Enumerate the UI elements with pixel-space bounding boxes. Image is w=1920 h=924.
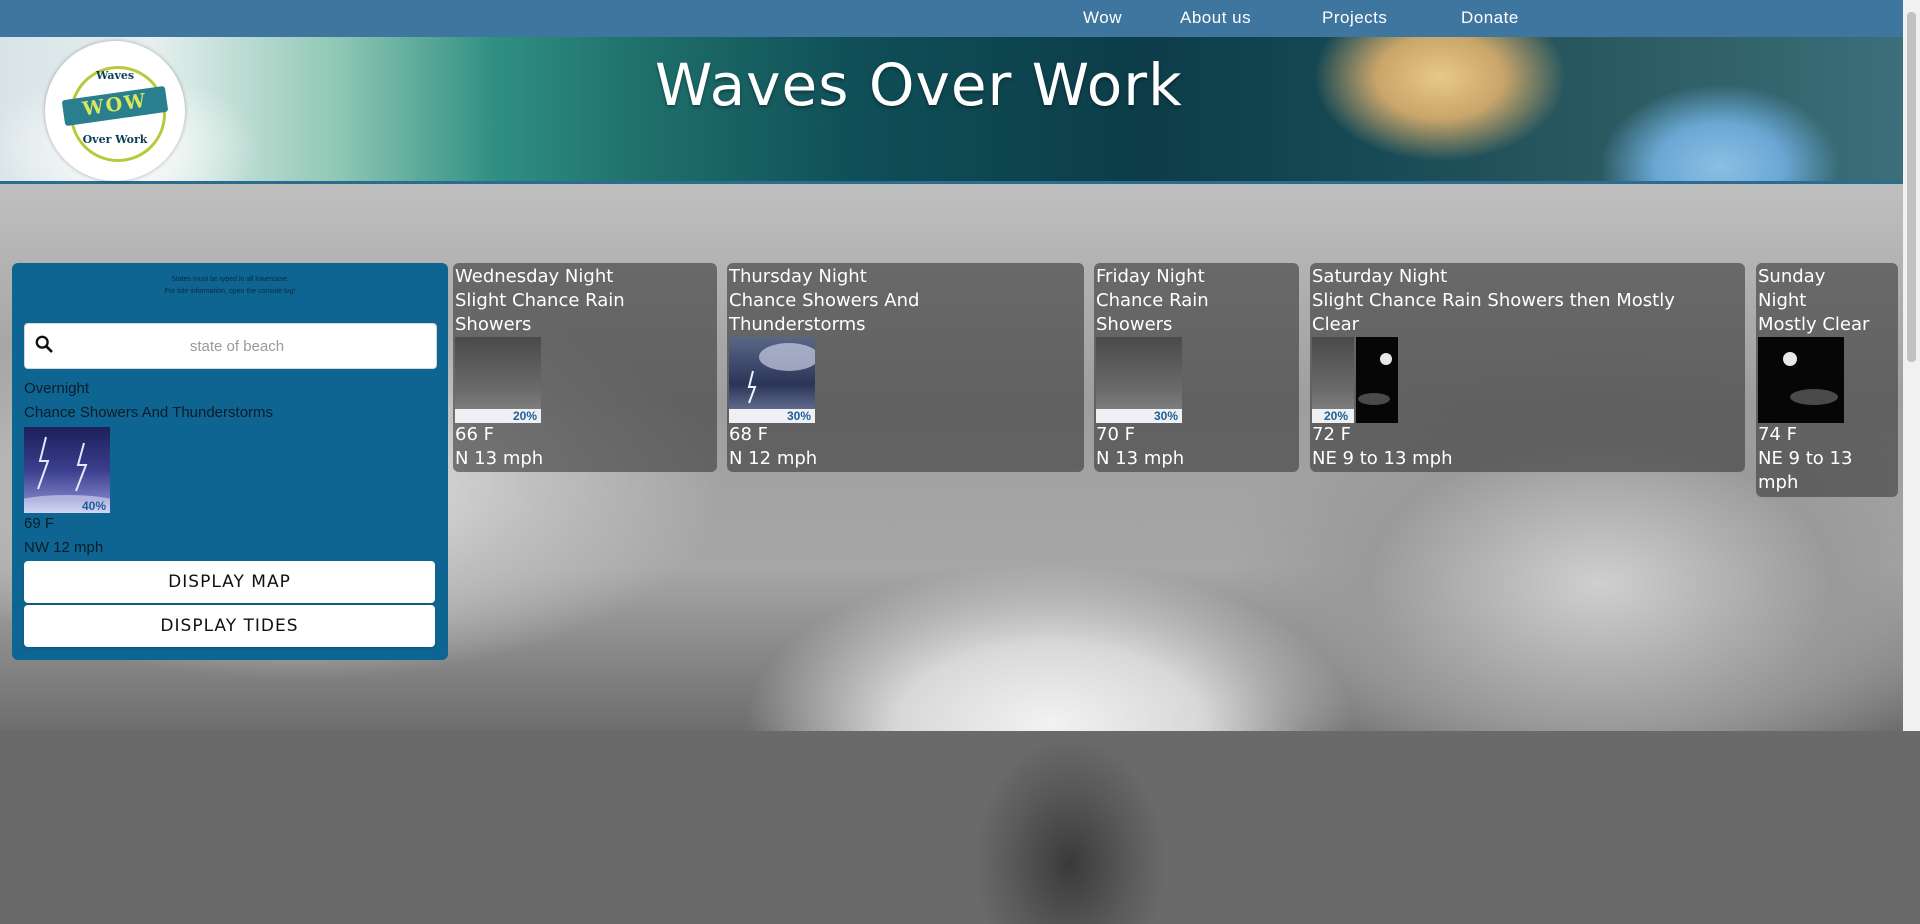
current-wind: NW 12 mph bbox=[24, 539, 104, 556]
card-line-3: Showers bbox=[455, 314, 532, 335]
precip-label: 20% bbox=[1323, 409, 1348, 423]
card-wind: N 12 mph bbox=[729, 448, 818, 469]
search-box[interactable] bbox=[24, 323, 437, 369]
state-of-beach-input[interactable] bbox=[65, 332, 409, 360]
card-line-1: Wednesday Night bbox=[455, 266, 614, 287]
card-wind: N 13 mph bbox=[1096, 448, 1185, 469]
thunderstorm-icon: 30% bbox=[729, 337, 815, 423]
nav-link-donate[interactable]: Donate bbox=[1461, 8, 1519, 28]
forecast-card-sunday-night: Sunday Night Mostly Clear 74 F NE 9 to 1… bbox=[1756, 263, 1898, 497]
card-wind-line-1: NE 9 to 13 bbox=[1758, 448, 1853, 469]
rain-icon: 30% bbox=[1096, 337, 1182, 423]
rain-icon: 20% bbox=[455, 337, 541, 423]
search-panel: States must be typed in all lowercase. F… bbox=[12, 263, 448, 660]
current-temp: 69 F bbox=[24, 515, 55, 532]
current-forecast: Chance Showers And Thunderstorms bbox=[24, 404, 274, 421]
logo-text-top: Waves bbox=[95, 69, 135, 82]
precip-label: 30% bbox=[786, 409, 811, 423]
card-line-3: Thunderstorms bbox=[729, 314, 866, 335]
nav-link-about-us[interactable]: About us bbox=[1180, 8, 1251, 28]
nav-link-projects[interactable]: Projects bbox=[1322, 8, 1387, 28]
card-line-2: Chance Rain bbox=[1096, 290, 1209, 311]
card-line-1: Saturday Night bbox=[1312, 266, 1448, 287]
card-temp: 70 F bbox=[1096, 424, 1135, 445]
display-map-button[interactable]: DISPLAY MAP bbox=[24, 561, 435, 603]
nav-link-wow[interactable]: Wow bbox=[1083, 8, 1122, 28]
logo-text-bottom: Over Work bbox=[82, 133, 148, 146]
surfer-photo-area bbox=[960, 744, 1340, 924]
thunderstorm-icon: 40% bbox=[24, 427, 110, 513]
card-line-1: Friday Night bbox=[1096, 266, 1205, 287]
card-temp: 68 F bbox=[729, 424, 768, 445]
rain-then-clear-night-icon: 20% bbox=[1312, 337, 1398, 423]
site-title: Waves Over Work bbox=[655, 51, 1183, 119]
lowercase-note: States must be typed in all lowercase. bbox=[171, 276, 289, 283]
forecast-card-friday-night: Friday Night Chance Rain Showers 30% 70 … bbox=[1094, 263, 1299, 472]
forecast-card-wednesday-night: Wednesday Night Slight Chance Rain Showe… bbox=[453, 263, 717, 472]
forecast-card-saturday-night: Saturday Night Slight Chance Rain Shower… bbox=[1310, 263, 1745, 472]
card-line-3: Clear bbox=[1312, 314, 1360, 335]
current-period: Overnight bbox=[24, 380, 90, 397]
card-line-2: Slight Chance Rain bbox=[455, 290, 625, 311]
site-logo[interactable]: Waves WOW Over Work bbox=[45, 41, 185, 181]
card-line-2: Night bbox=[1758, 290, 1807, 311]
search-icon[interactable] bbox=[35, 335, 55, 355]
page-scrollbar[interactable] bbox=[1903, 0, 1920, 731]
forecast-card-thursday-night: Thursday Night Chance Showers And Thunde… bbox=[727, 263, 1084, 472]
precip-label: 30% bbox=[1153, 409, 1178, 423]
tide-console-note: For tide information, open the console l… bbox=[164, 288, 296, 295]
clear-night-icon bbox=[1758, 337, 1844, 423]
card-line-1: Thursday Night bbox=[729, 266, 867, 287]
card-wind: N 13 mph bbox=[455, 448, 544, 469]
card-line-2: Chance Showers And bbox=[729, 290, 920, 311]
card-temp: 72 F bbox=[1312, 424, 1351, 445]
precip-label: 20% bbox=[512, 409, 537, 423]
scrollbar-thumb[interactable] bbox=[1907, 12, 1916, 362]
card-wind: NE 9 to 13 mph bbox=[1312, 448, 1453, 469]
card-line-3: Mostly Clear bbox=[1758, 314, 1870, 335]
card-line-2: Slight Chance Rain Showers then Mostly bbox=[1312, 290, 1675, 311]
card-wind-line-2: mph bbox=[1758, 472, 1799, 493]
card-line-1: Sunday bbox=[1758, 266, 1826, 287]
display-tides-button[interactable]: DISPLAY TIDES bbox=[24, 605, 435, 647]
card-temp: 74 F bbox=[1758, 424, 1797, 445]
card-line-3: Showers bbox=[1096, 314, 1173, 335]
precip-label: 40% bbox=[81, 499, 106, 513]
clear-night-half bbox=[1356, 337, 1398, 423]
card-temp: 66 F bbox=[455, 424, 494, 445]
top-nav: Wow About us Projects Donate bbox=[0, 0, 1903, 37]
